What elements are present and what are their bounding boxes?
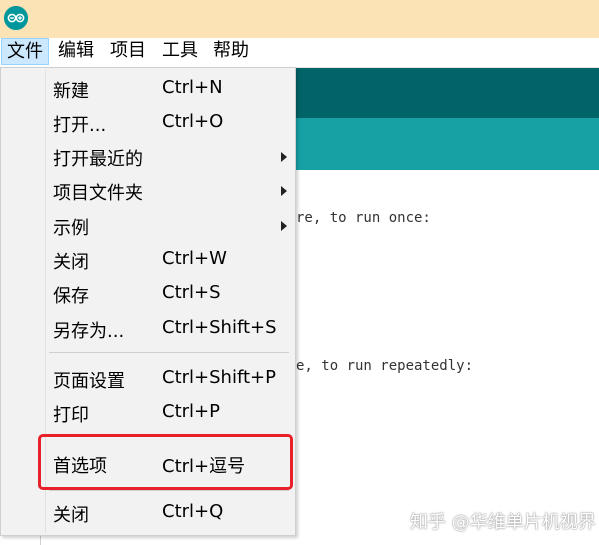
menu-separator [49, 490, 289, 491]
menu-help[interactable]: 帮助 [208, 38, 254, 65]
menu-item-close[interactable]: 关闭 Ctrl+W [1, 243, 295, 275]
menu-item-shortcut: Ctrl+S [162, 282, 221, 303]
menu-item-save-as[interactable]: 另存为... Ctrl+Shift+S [1, 312, 295, 344]
menu-item-label: 打开... [53, 115, 107, 136]
menu-item-shortcut: Ctrl+Shift+S [162, 317, 277, 338]
menu-item-label: 另存为... [53, 321, 125, 342]
menu-project[interactable]: 项目 [105, 38, 151, 65]
menu-bar: 文件 编辑 项目 工具 帮助 [0, 38, 599, 68]
menu-item-label: 保存 [53, 286, 89, 307]
menu-item-label: 打印 [53, 405, 89, 426]
chevron-right-icon [281, 186, 287, 196]
menu-item-save[interactable]: 保存 Ctrl+S [1, 277, 295, 309]
code-line: re, to run once: [296, 210, 431, 226]
menu-item-label: 新建 [53, 81, 89, 102]
menu-tools[interactable]: 工具 [157, 38, 203, 65]
menu-item-label: 关闭 [53, 252, 89, 273]
code-line: e, to run repeatedly: [296, 358, 474, 374]
menu-item-open-recent[interactable]: 打开最近的 [1, 140, 295, 172]
chevron-right-icon [281, 152, 287, 162]
menu-item-quit[interactable]: 关闭 Ctrl+Q [1, 496, 295, 528]
menu-item-examples[interactable]: 示例 [1, 209, 295, 241]
menu-item-open[interactable]: 打开... Ctrl+O [1, 106, 295, 138]
menu-item-sketchbook[interactable]: 项目文件夹 [1, 174, 295, 206]
menu-file[interactable]: 文件 [1, 38, 49, 65]
menu-item-label: 页面设置 [53, 371, 125, 392]
menu-item-shortcut: Ctrl+Shift+P [162, 367, 276, 388]
menu-item-shortcut: Ctrl+N [162, 77, 223, 98]
watermark: 知乎 @华维单片机视界 [410, 512, 596, 533]
menu-edit[interactable]: 编辑 [53, 38, 99, 65]
menu-item-label: 打开最近的 [53, 149, 143, 170]
title-bar [0, 0, 599, 38]
menu-item-shortcut: Ctrl+P [162, 401, 220, 422]
chevron-right-icon [281, 221, 287, 231]
menu-item-shortcut: Ctrl+W [162, 248, 227, 269]
menu-separator [49, 352, 289, 353]
preferences-highlight-box [38, 434, 293, 490]
arduino-logo-icon [4, 6, 28, 30]
menu-item-label: 示例 [53, 218, 89, 239]
menu-item-page-setup[interactable]: 页面设置 Ctrl+Shift+P [1, 362, 295, 394]
menu-item-print[interactable]: 打印 Ctrl+P [1, 396, 295, 428]
menu-item-new[interactable]: 新建 Ctrl+N [1, 72, 295, 104]
menu-item-label: 关闭 [53, 505, 89, 526]
menu-item-label: 项目文件夹 [53, 183, 143, 204]
menu-item-shortcut: Ctrl+O [162, 111, 224, 132]
menu-item-shortcut: Ctrl+Q [162, 501, 224, 522]
